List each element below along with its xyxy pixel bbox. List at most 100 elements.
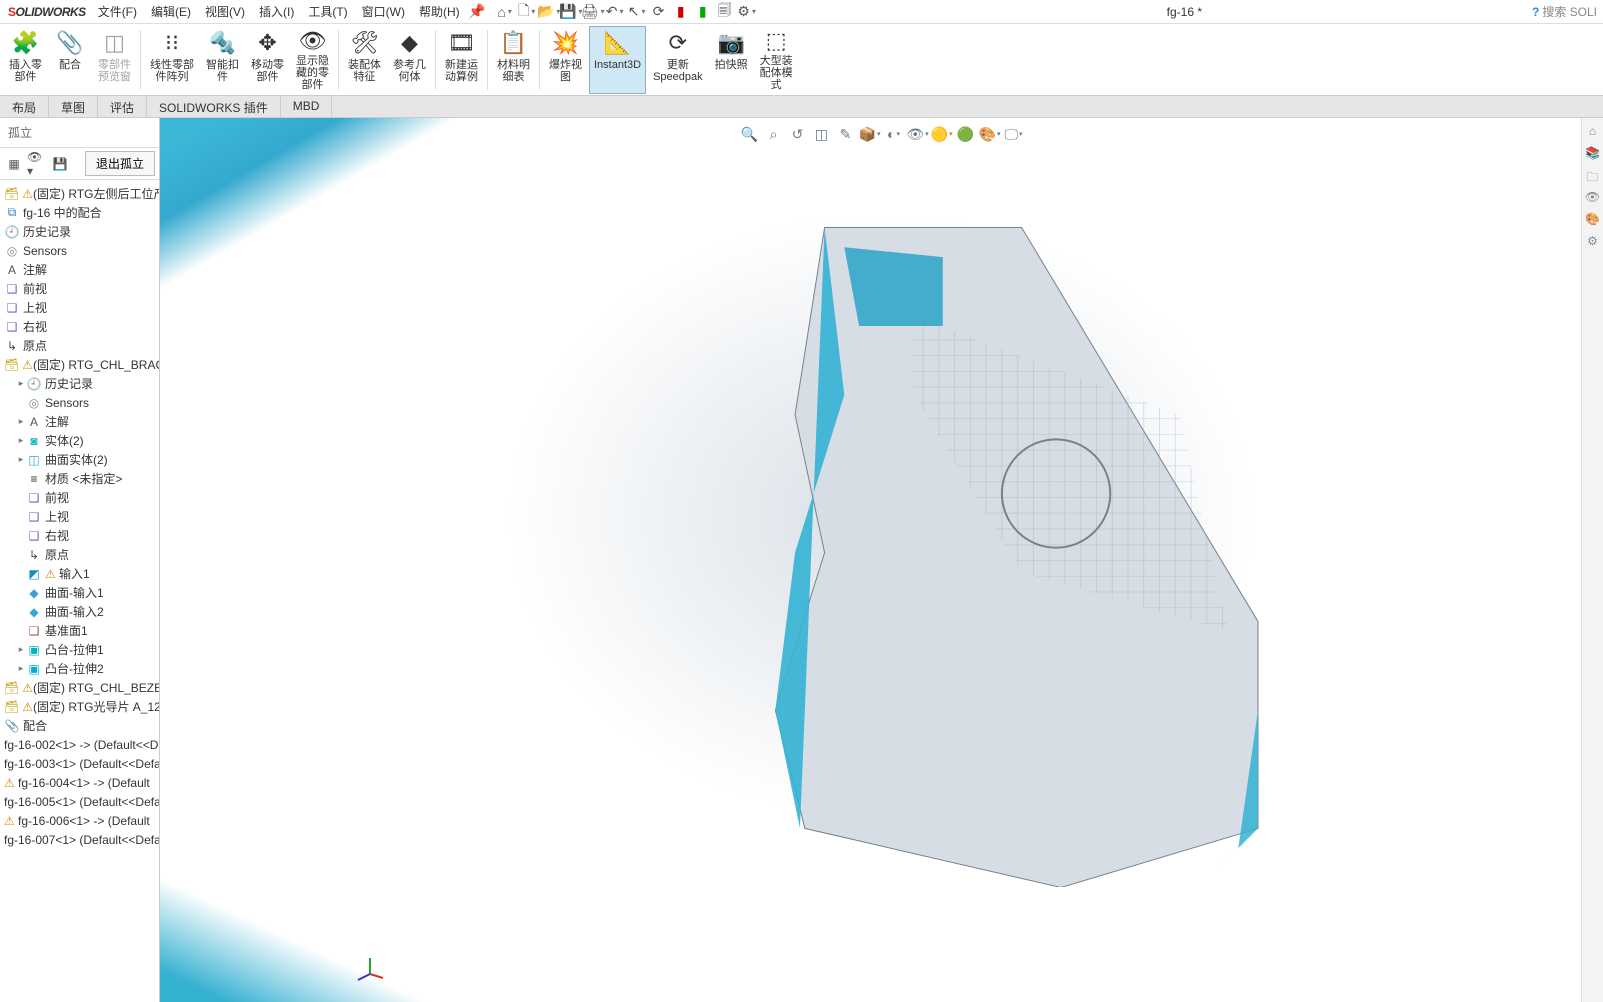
rb-bom[interactable]: 📋材料明 细表 bbox=[492, 26, 535, 94]
task-explorer-icon[interactable]: 🗀 bbox=[1585, 168, 1601, 184]
panel-tool-save-icon[interactable]: 💾 bbox=[50, 154, 70, 174]
tree-sub-history[interactable]: ▸🕘历史记录 bbox=[0, 374, 159, 393]
menu-edit[interactable]: 编辑(E) bbox=[145, 0, 197, 23]
tree-mates-folder[interactable]: 📎配合 bbox=[0, 716, 159, 735]
plane-icon: ❑ bbox=[26, 490, 42, 506]
plane-icon: ❑ bbox=[26, 509, 42, 525]
save-icon[interactable]: 💾 bbox=[562, 3, 580, 21]
search-box[interactable]: ? 搜索 SOLI bbox=[1532, 3, 1603, 20]
print-icon[interactable]: 🖨 bbox=[584, 3, 602, 21]
tab-sketch[interactable]: 草图 bbox=[49, 96, 98, 117]
tree-fg7[interactable]: fg-16-007<1> (Default<<Defa bbox=[0, 830, 159, 849]
tree-history[interactable]: 🕘历史记录 bbox=[0, 222, 159, 241]
rb-snapshot[interactable]: 📷拍快照 bbox=[710, 26, 753, 94]
undo-icon[interactable]: ↶ bbox=[606, 3, 624, 21]
tab-sw-addins[interactable]: SOLIDWORKS 插件 bbox=[147, 96, 281, 117]
menu-window[interactable]: 窗口(W) bbox=[356, 0, 411, 23]
tree-extrude1[interactable]: ▸▣凸台-拉伸1 bbox=[0, 640, 159, 659]
menu-view[interactable]: 视图(V) bbox=[199, 0, 251, 23]
tab-layout[interactable]: 布局 bbox=[0, 96, 49, 117]
solid-body-icon: ◙ bbox=[26, 433, 42, 449]
tree-surfaces[interactable]: ▸◫曲面实体(2) bbox=[0, 450, 159, 469]
warning-icon: ⚠ bbox=[22, 700, 33, 714]
tree-datum1[interactable]: ❑基准面1 bbox=[0, 621, 159, 640]
tree-top-plane[interactable]: ❑上视 bbox=[0, 298, 159, 317]
feature-tree: 🗃⚠(固定) RTG左侧后工位产品-< ⧉fg-16 中的配合 🕘历史记录 ◎S… bbox=[0, 180, 159, 1002]
orientation-triad[interactable] bbox=[355, 954, 385, 984]
rb-instant3d[interactable]: 📐Instant3D bbox=[589, 26, 646, 94]
tree-sub-bracket[interactable]: 🗃⚠(固定) RTG_CHL_BRACK bbox=[0, 355, 159, 374]
feature-manager-panel: 孤立 ▦ 👁▾ 💾 退出孤立 🗃⚠(固定) RTG左侧后工位产品-< ⧉fg-1… bbox=[0, 118, 160, 1002]
tree-solids[interactable]: ▸◙实体(2) bbox=[0, 431, 159, 450]
menu-help[interactable]: 帮助(H) bbox=[413, 0, 466, 23]
task-appearance-icon[interactable]: 🎨 bbox=[1585, 212, 1601, 228]
tree-mates[interactable]: ⧉fg-16 中的配合 bbox=[0, 203, 159, 222]
task-view-icon[interactable]: 👁 bbox=[1585, 190, 1601, 206]
history-icon: 🕘 bbox=[4, 224, 20, 240]
menu-tools[interactable]: 工具(T) bbox=[302, 0, 353, 23]
ref-geom-icon: ◆ bbox=[395, 29, 425, 57]
panel-tool-grid-icon[interactable]: ▦ bbox=[4, 154, 24, 174]
tree-extrude2[interactable]: ▸▣凸台-拉伸2 bbox=[0, 659, 159, 678]
tree-material[interactable]: ≡材质 <未指定> bbox=[0, 469, 159, 488]
rb-new-motion-study[interactable]: 🎞新建运 动算例 bbox=[440, 26, 483, 94]
tree-fg2[interactable]: fg-16-002<1> -> (Default<<D bbox=[0, 735, 159, 754]
rebuild-icon[interactable]: ⟳ bbox=[650, 3, 668, 21]
tree-root-assembly[interactable]: 🗃⚠(固定) RTG左侧后工位产品-< bbox=[0, 184, 159, 203]
rb-insert-component[interactable]: 🧩插入零 部件 bbox=[4, 26, 47, 94]
menu-file[interactable]: 文件(F) bbox=[92, 0, 143, 23]
rb-large-assembly[interactable]: ⬚大型装 配体模 式 bbox=[755, 26, 798, 94]
pin-icon[interactable]: 📌 bbox=[468, 3, 486, 21]
rb-move-component[interactable]: ✥移动零 部件 bbox=[246, 26, 289, 94]
tree-sensors[interactable]: ◎Sensors bbox=[0, 241, 159, 260]
tree-sub-bezel[interactable]: 🗃⚠(固定) RTG_CHL_BEZEL bbox=[0, 678, 159, 697]
doc-props-icon[interactable]: 🗐 bbox=[716, 3, 734, 21]
tree-right-plane[interactable]: ❑右视 bbox=[0, 317, 159, 336]
rb-mate[interactable]: 📎配合 bbox=[49, 26, 91, 94]
panel-title: 孤立 bbox=[0, 118, 159, 148]
panel-tool-eye-icon[interactable]: 👁▾ bbox=[27, 154, 47, 174]
warning-icon: ⚠ bbox=[22, 681, 33, 695]
note-icon: A bbox=[4, 262, 20, 278]
tree-import1[interactable]: ◩⚠输入1 bbox=[0, 564, 159, 583]
task-library-icon[interactable]: 📚 bbox=[1585, 146, 1601, 162]
tree-fg3[interactable]: fg-16-003<1> (Default<<Defa bbox=[0, 754, 159, 773]
task-custom-icon[interactable]: ⚙ bbox=[1585, 234, 1601, 250]
rb-smart-fasteners[interactable]: 🔩智能扣 件 bbox=[201, 26, 244, 94]
tree-sub-origin[interactable]: ↳原点 bbox=[0, 545, 159, 564]
menu-insert[interactable]: 插入(I) bbox=[253, 0, 300, 23]
tree-surf-import1[interactable]: ◆曲面-输入1 bbox=[0, 583, 159, 602]
motion-icon: 🎞 bbox=[447, 29, 477, 57]
tree-sub-front[interactable]: ❑前视 bbox=[0, 488, 159, 507]
rb-show-hidden[interactable]: 👁显示隐 藏的零 部件 bbox=[291, 26, 334, 94]
select-icon[interactable]: ↖ bbox=[628, 3, 646, 21]
options-icon[interactable]: ⚙ bbox=[738, 3, 756, 21]
tree-annotations[interactable]: A注解 bbox=[0, 260, 159, 279]
tree-surf-import2[interactable]: ◆曲面-输入2 bbox=[0, 602, 159, 621]
tab-evaluate[interactable]: 评估 bbox=[98, 96, 147, 117]
rb-reference-geometry[interactable]: ◆参考几 何体 bbox=[388, 26, 431, 94]
tree-origin[interactable]: ↳原点 bbox=[0, 336, 159, 355]
open-icon[interactable]: 📂 bbox=[540, 3, 558, 21]
tree-sub-light[interactable]: 🗃⚠(固定) RTG光导片 A_12 bbox=[0, 697, 159, 716]
tree-sub-right[interactable]: ❑右视 bbox=[0, 526, 159, 545]
home-icon[interactable]: ⌂ bbox=[496, 3, 514, 21]
tree-fg6[interactable]: ⚠fg-16-006<1> -> (Default bbox=[0, 811, 159, 830]
move-icon: ✥ bbox=[253, 29, 283, 57]
new-icon[interactable]: 🗋 bbox=[518, 3, 536, 21]
task-home-icon[interactable]: ⌂ bbox=[1585, 124, 1601, 140]
sensors-icon: ◎ bbox=[26, 395, 42, 411]
3d-viewport[interactable]: 🔍 ⌕ ↺ ◫ ✎ 📦 ◐ 👁 🟡 🟢 🎨 🖵 bbox=[160, 118, 1603, 1002]
tree-sub-top[interactable]: ❑上视 bbox=[0, 507, 159, 526]
rb-linear-pattern[interactable]: ⁝⁝线性零部 件阵列 bbox=[145, 26, 199, 94]
tree-sub-sensors[interactable]: ◎Sensors bbox=[0, 393, 159, 412]
rb-assembly-feature[interactable]: 🛠装配体 特征 bbox=[343, 26, 386, 94]
tree-front-plane[interactable]: ❑前视 bbox=[0, 279, 159, 298]
tree-sub-annotations[interactable]: ▸A注解 bbox=[0, 412, 159, 431]
rb-exploded-view[interactable]: 💥爆炸视 图 bbox=[544, 26, 587, 94]
exit-isolate-button[interactable]: 退出孤立 bbox=[85, 151, 155, 176]
tree-fg4[interactable]: ⚠fg-16-004<1> -> (Default bbox=[0, 773, 159, 792]
tab-mbd[interactable]: MBD bbox=[281, 96, 333, 117]
tree-fg5[interactable]: fg-16-005<1> (Default<<Defa bbox=[0, 792, 159, 811]
rb-update-speedpak[interactable]: ⟳更新 Speedpak bbox=[648, 26, 708, 94]
